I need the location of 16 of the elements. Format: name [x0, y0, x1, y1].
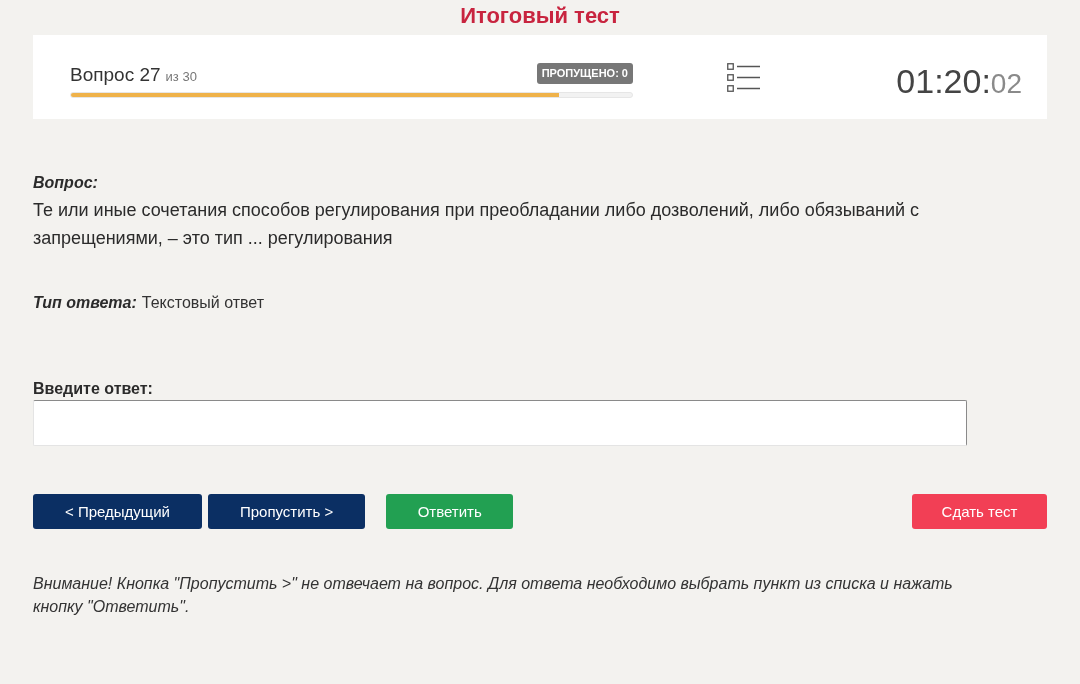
nav-button[interactable]: Пропустить > — [207, 494, 366, 529]
finish-test-button[interactable]: Сдать тест — [912, 494, 1047, 529]
answer-input-field[interactable] — [33, 400, 967, 446]
countdown-timer: 01:20:02 — [896, 61, 1022, 101]
question-text: Те или иные сочетания способов регулирования при преобладании либо дозволений, либо обязываний с запрещениями, – это тип ... регулирования — [33, 199, 921, 250]
question-counter: Вопрос 27 — [70, 62, 161, 87]
skipped-badge: ПРОПУЩЕНО: 0 — [536, 62, 633, 84]
answer-type-label: Тип ответа: — [33, 293, 137, 313]
question-label: Вопрос: — [33, 173, 98, 193]
answer-label: Введите ответ: — [33, 379, 153, 399]
answer-type-value: Текстовый ответ — [141, 293, 265, 313]
nav-button[interactable]: < Предыдущий — [33, 494, 202, 529]
checklist-icon[interactable] — [727, 62, 760, 92]
question-total: из 30 — [165, 68, 197, 84]
skip-warning-text: Внимание! Кнопка "Пропустить >" не отвечает на вопрос. Для ответа необходимо выбрать пункт из списка и нажать кнопку "Ответить". — [33, 574, 954, 617]
page-title: Итоговый тест — [460, 3, 620, 29]
